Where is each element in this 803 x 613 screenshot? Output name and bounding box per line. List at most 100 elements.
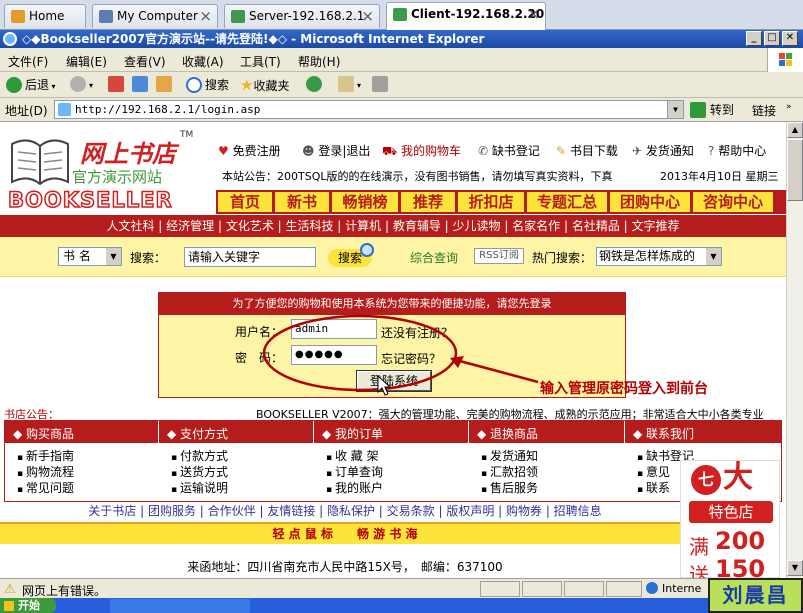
minimize-button[interactable]: _: [746, 31, 762, 46]
vm-icon: [231, 10, 245, 23]
forward-button[interactable]: ▾: [70, 76, 93, 92]
tab-server[interactable]: Server-192.168.2.1 ×: [224, 4, 380, 28]
nav-group-buy[interactable]: 团购中心: [610, 192, 690, 212]
list-item[interactable]: 汇款招领: [481, 465, 538, 481]
list-item[interactable]: 发货通知: [481, 449, 538, 465]
nav-consult[interactable]: 咨询中心: [693, 192, 773, 212]
shipping-notice-link[interactable]: ✈ 发货通知: [632, 142, 694, 159]
section-title: ◆ 我的订单: [322, 427, 384, 441]
warning-icon[interactable]: ⚠: [4, 582, 16, 597]
tab-close-icon[interactable]: ×: [361, 7, 374, 25]
help-icon: ?: [708, 144, 715, 158]
bulb-icon: ✎: [556, 144, 567, 158]
home-button[interactable]: [156, 76, 175, 92]
site-logo[interactable]: 网上书店 TM 官方演示网站 BOOKSELLER: [4, 130, 218, 213]
menu-tools[interactable]: 工具(T): [240, 53, 281, 70]
list-item[interactable]: 收 藏 架: [326, 449, 383, 465]
window-title: ◇◆Bookseller2007官方演示站--请先登陆!◆◇ - Microso…: [22, 32, 485, 46]
tab-close-icon[interactable]: ×: [527, 5, 540, 23]
back-arrow-icon: [6, 77, 22, 93]
print-button[interactable]: [372, 76, 391, 92]
bell-icon: ✆: [478, 144, 489, 158]
list-item[interactable]: 新手指南: [17, 449, 74, 465]
list-item[interactable]: 售后服务: [481, 481, 538, 497]
page-content: 网上书店 TM 官方演示网站 BOOKSELLER ♥ 免费注册 ☻ 登录|退出…: [0, 122, 786, 578]
hot-search-select[interactable]: 钢铁是怎样炼成的 ▼: [596, 247, 722, 266]
missing-book-link[interactable]: ✆ 缺书登记: [478, 142, 540, 159]
taskbar-window-button[interactable]: [110, 599, 250, 613]
address-dropdown-icon[interactable]: ▼: [667, 101, 683, 118]
window-titlebar: ◇◆Bookseller2007官方演示站--请先登陆!◆◇ - Microso…: [0, 30, 803, 48]
scroll-down-icon[interactable]: ▼: [787, 560, 803, 576]
address-input[interactable]: http://192.168.2.1/login.asp ▼: [54, 100, 684, 119]
main-nav: 首页 新书 畅销榜 推荐 折扣店 专题汇总 团购中心 咨询中心: [216, 190, 786, 214]
tab-my-computer[interactable]: My Computer ×: [92, 4, 218, 28]
nav-recommend[interactable]: 推荐: [401, 192, 455, 212]
hot-search-label: 热门搜索：: [532, 251, 593, 265]
vertical-scrollbar[interactable]: ▲ ▼: [786, 122, 803, 578]
rss-subscribe-button[interactable]: RSS订阅: [474, 248, 524, 264]
menu-help[interactable]: 帮助(H): [298, 53, 340, 70]
refresh-button[interactable]: [132, 76, 151, 92]
menu-view[interactable]: 查看(V): [124, 53, 166, 70]
ie-icon: [3, 32, 17, 46]
list-item[interactable]: 订单查询: [326, 465, 383, 481]
author-watermark: 刘晨昌: [708, 578, 803, 613]
search-icon: [186, 77, 202, 93]
go-button[interactable]: 转到: [690, 101, 734, 118]
footer-links[interactable]: 关于书店 | 团购服务 | 合作伙伴 | 友情链接 | 隐私保护 | 交易条款 …: [0, 502, 690, 518]
list-item[interactable]: 送货方式: [171, 465, 228, 481]
scroll-up-icon[interactable]: ▲: [787, 122, 803, 138]
nav-discount[interactable]: 折扣店: [458, 192, 524, 212]
scroll-thumb[interactable]: [787, 139, 803, 201]
register-icon: ♥: [218, 144, 229, 158]
list-item[interactable]: 付款方式: [171, 449, 228, 465]
nav-bestsellers[interactable]: 畅销榜: [332, 192, 398, 212]
computer-icon: [99, 10, 113, 23]
catalog-download-link[interactable]: ✎ 书目下载: [556, 142, 618, 159]
list-item[interactable]: 运输说明: [171, 481, 228, 497]
login-link[interactable]: ☻ 登录|退出: [302, 142, 370, 159]
security-zone: Interne: [662, 582, 702, 595]
links-button[interactable]: 链接: [752, 102, 776, 119]
windows-logo-icon: [767, 48, 803, 72]
list-item[interactable]: 我的账户: [326, 481, 383, 497]
cart-link[interactable]: ⛟ 我的购物车: [382, 142, 461, 160]
search-button[interactable]: 搜索: [186, 76, 229, 93]
history-button[interactable]: [306, 76, 325, 92]
vm-icon: [393, 8, 407, 21]
category-bar[interactable]: 人文社科 | 经济管理 | 文化艺术 | 生活科技 | 计算机 | 教育辅导 |…: [0, 215, 786, 237]
annotation-arrow: [455, 358, 539, 384]
nav-home[interactable]: 首页: [218, 192, 272, 212]
advanced-search-link[interactable]: 综合查询: [410, 249, 458, 266]
menu-file[interactable]: 文件(F): [8, 53, 48, 70]
tab-home[interactable]: Home: [4, 4, 86, 28]
maximize-button[interactable]: □: [764, 31, 780, 46]
stop-button[interactable]: [108, 76, 127, 92]
nav-topics[interactable]: 专题汇总: [527, 192, 607, 212]
help-center-link[interactable]: ? 帮助中心: [708, 142, 766, 159]
chevron-right-icon[interactable]: »: [786, 102, 792, 112]
tab-close-icon[interactable]: ×: [199, 7, 212, 25]
mail-button[interactable]: ▾: [338, 76, 361, 92]
home-icon: [11, 10, 25, 23]
list-item[interactable]: 常见问题: [17, 481, 74, 497]
register-link[interactable]: ♥ 免费注册: [218, 142, 281, 159]
nav-new-books[interactable]: 新书: [275, 192, 329, 212]
favorites-button[interactable]: ★收藏夹: [240, 76, 289, 94]
search-input[interactable]: 请输入关键字: [184, 247, 316, 267]
tab-client[interactable]: Client-192.168.2.20 ×: [386, 2, 546, 30]
page-icon: [58, 103, 71, 116]
close-button[interactable]: ✕: [782, 31, 798, 46]
go-arrow-icon: [690, 102, 706, 118]
info-section-buy: ◆ 购买商品 新手指南 购物流程 常见问题: [5, 421, 159, 501]
menu-edit[interactable]: 编辑(E): [66, 53, 107, 70]
search-type-select[interactable]: 书 名 ▼: [58, 247, 122, 266]
menu-favorites[interactable]: 收藏(A): [182, 53, 224, 70]
start-button[interactable]: 开始: [0, 598, 56, 613]
back-button[interactable]: 后退 ▾: [6, 76, 56, 93]
list-item[interactable]: 购物流程: [17, 465, 74, 481]
annotation-ellipse: [262, 314, 458, 392]
book-logo-icon: [11, 139, 69, 186]
floating-ad[interactable]: 七大 大 特色店 满 200 送 150: [680, 460, 780, 578]
